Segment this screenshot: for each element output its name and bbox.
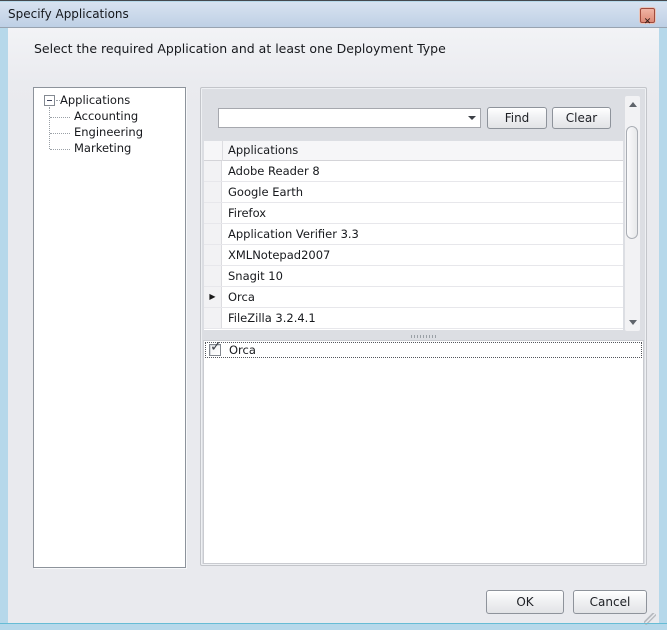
cell-application-name[interactable]: Snagit 10: [222, 266, 623, 286]
row-indicator-cell: [204, 266, 222, 286]
table-row[interactable]: Google Earth: [204, 182, 623, 203]
row-indicator-cell: [204, 224, 222, 244]
checkbox-checked[interactable]: ✓: [209, 344, 221, 356]
row-indicator-cell: [204, 203, 222, 223]
row-indicator-cell: [204, 245, 222, 265]
scroll-down-button[interactable]: [625, 315, 640, 329]
table-row[interactable]: Adobe Reader 8: [204, 161, 623, 182]
cell-application-name[interactable]: Orca: [222, 287, 623, 307]
cell-application-name[interactable]: Firefox: [222, 203, 623, 223]
cell-application-name[interactable]: Adobe Reader 8: [222, 161, 623, 181]
minus-glyph: [47, 100, 52, 101]
tree-connector: [49, 107, 50, 149]
splitter-grip-icon: [411, 335, 437, 338]
row-indicator-cell: [204, 308, 222, 328]
close-icon: ✕: [644, 17, 652, 27]
cell-application-name[interactable]: FileZilla 3.2.4.1: [222, 308, 623, 328]
scrollbar-thumb[interactable]: [626, 126, 638, 239]
tree-node-marketing[interactable]: Marketing: [74, 141, 131, 156]
scroll-up-button[interactable]: [625, 98, 640, 112]
find-button[interactable]: Find: [487, 107, 547, 129]
cell-application-name[interactable]: XMLNotepad2007: [222, 245, 623, 265]
table-row[interactable]: Application Verifier 3.3: [204, 224, 623, 245]
row-indicator-cell: ▶: [204, 287, 222, 307]
deployment-type-item[interactable]: ✓ Orca: [205, 342, 642, 358]
tree-node-engineering[interactable]: Engineering: [74, 125, 143, 140]
table-row[interactable]: XMLNotepad2007: [204, 245, 623, 266]
tree-collapse-icon[interactable]: [44, 95, 55, 106]
search-input[interactable]: [221, 109, 464, 127]
row-indicator-cell: [204, 182, 222, 202]
tree-node-applications[interactable]: Applications: [60, 93, 130, 108]
ok-button[interactable]: OK: [486, 590, 564, 614]
vertical-scrollbar[interactable]: [625, 96, 640, 331]
tree-connector: [50, 133, 70, 134]
dialog-content: Select the required Application and at l…: [8, 28, 659, 623]
window-title: Specify Applications: [8, 2, 129, 27]
table-row current-row[interactable]: ▶ Orca: [204, 287, 623, 308]
applications-tree: Applications Accounting Engineering Mark…: [33, 87, 186, 568]
column-header-applications[interactable]: Applications: [222, 141, 623, 161]
dropdown-button[interactable]: [465, 109, 480, 127]
applications-panel: Find Clear Applications Adobe Reader 8 G…: [200, 87, 647, 566]
applications-table: Applications Adobe Reader 8 Google Earth…: [204, 141, 623, 330]
table-row[interactable]: Snagit 10: [204, 266, 623, 287]
window-bottom-edge: [0, 623, 667, 624]
table-header-row: Applications: [204, 141, 623, 161]
scroll-down-icon: [629, 320, 637, 325]
cell-application-name[interactable]: Application Verifier 3.3: [222, 224, 623, 244]
cell-application-name[interactable]: Google Earth: [222, 182, 623, 202]
deployment-type-label: Orca: [229, 343, 256, 358]
search-combobox[interactable]: [218, 108, 481, 128]
current-row-pointer-icon: ▶: [209, 292, 215, 301]
horizontal-splitter[interactable]: [203, 332, 644, 340]
title-bar[interactable]: Specify Applications ✕: [0, 2, 667, 28]
cancel-button[interactable]: Cancel: [573, 590, 647, 614]
table-row[interactable]: Firefox: [204, 203, 623, 224]
tree-connector: [50, 117, 70, 118]
instruction-text: Select the required Application and at l…: [34, 41, 446, 56]
chevron-down-icon: [468, 116, 476, 120]
specify-applications-dialog: Specify Applications ✕ Select the requir…: [0, 0, 667, 630]
scroll-up-icon: [629, 102, 637, 107]
deployment-types-list: ✓ Orca: [203, 340, 644, 564]
clear-button[interactable]: Clear: [552, 107, 611, 129]
tree-node-accounting[interactable]: Accounting: [74, 109, 138, 124]
checkmark-icon: ✓: [210, 339, 222, 355]
close-button[interactable]: ✕: [640, 8, 655, 23]
tree-connector: [50, 149, 70, 150]
table-row[interactable]: FileZilla 3.2.4.1: [204, 308, 623, 329]
row-indicator-cell: [204, 161, 222, 181]
